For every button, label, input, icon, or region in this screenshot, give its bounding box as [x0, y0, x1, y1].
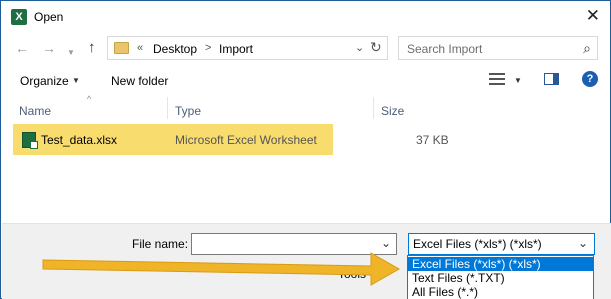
view-options-icon[interactable] [489, 72, 505, 86]
help-icon[interactable]: ? [582, 71, 598, 87]
file-type-dropdown: Excel Files (*xls*) (*xls*) Text Files (… [407, 255, 594, 299]
window-title: Open [34, 10, 64, 24]
excel-app-icon: X [11, 9, 27, 25]
chevron-down-icon[interactable]: ⌄ [381, 236, 391, 250]
column-header-type[interactable]: Type [175, 104, 201, 118]
search-input[interactable]: Search Import ⌕ [398, 36, 598, 60]
file-name-label: File name: [132, 237, 189, 251]
organize-caret-icon: ▼ [72, 76, 80, 85]
file-name-input[interactable]: ⌄ [191, 233, 397, 255]
file-type: Microsoft Excel Worksheet [175, 133, 317, 147]
excel-file-icon [22, 132, 38, 149]
search-placeholder: Search Import [407, 42, 483, 56]
file-name: Test_data.xlsx [41, 133, 118, 147]
organize-button[interactable]: Organize [20, 74, 69, 88]
file-type-filter-select[interactable]: Excel Files (*xls*) (*xls*) ⌄ [408, 233, 595, 255]
filter-option-excel[interactable]: Excel Files (*xls*) (*xls*) [408, 257, 593, 271]
sort-ascending-icon: ^ [87, 94, 92, 104]
toolbar: Organize ▼ New folder ▼ ? [2, 67, 611, 95]
chevron-down-icon[interactable]: ⌄ [355, 41, 364, 54]
filter-selected-value: Excel Files (*xls*) (*xls*) [413, 237, 542, 251]
refresh-icon[interactable]: ↻ [370, 39, 382, 56]
close-icon[interactable]: ✕ [586, 6, 600, 26]
column-divider[interactable] [167, 97, 168, 119]
up-button[interactable]: ↑ [88, 39, 96, 56]
open-dialog: X Open ✕ ← → ▼ ↑ « Desktop > Import ⌄ ↻ … [0, 0, 611, 299]
forward-button[interactable]: → [42, 40, 56, 56]
file-size: 37 KB [416, 133, 449, 147]
back-button[interactable]: ← [15, 40, 29, 56]
tools-button[interactable]: Tools [338, 267, 366, 281]
view-options-caret-icon[interactable]: ▼ [514, 76, 522, 85]
address-bar[interactable]: « Desktop > Import ⌄ ↻ [107, 36, 388, 60]
breadcrumb-desktop[interactable]: Desktop [153, 42, 197, 56]
column-header-size[interactable]: Size [381, 104, 404, 118]
column-header-name[interactable]: Name [19, 104, 51, 118]
recent-locations-caret[interactable]: ▼ [67, 45, 75, 61]
title-bar: X Open ✕ [1, 1, 610, 32]
filter-option-all[interactable]: All Files (*.*) [408, 285, 593, 299]
breadcrumb-overflow[interactable]: « [137, 42, 143, 54]
preview-pane-icon[interactable] [544, 73, 559, 85]
tools-caret-icon[interactable]: ▼ [382, 269, 390, 278]
new-folder-button[interactable]: New folder [111, 74, 168, 88]
file-row[interactable]: Test_data.xlsx Microsoft Excel Worksheet [13, 124, 333, 155]
arrow-up-icon: ↑ [88, 39, 96, 56]
filter-option-text[interactable]: Text Files (*.TXT) [408, 271, 593, 285]
column-divider[interactable] [373, 97, 374, 119]
arrow-right-icon: → [42, 40, 56, 56]
search-icon: ⌕ [583, 40, 591, 56]
folder-icon [114, 42, 129, 54]
chevron-down-icon[interactable]: ⌄ [578, 236, 588, 250]
breadcrumb-import[interactable]: Import [219, 42, 253, 56]
arrow-left-icon: ← [15, 40, 29, 56]
breadcrumb-separator[interactable]: > [205, 42, 211, 54]
